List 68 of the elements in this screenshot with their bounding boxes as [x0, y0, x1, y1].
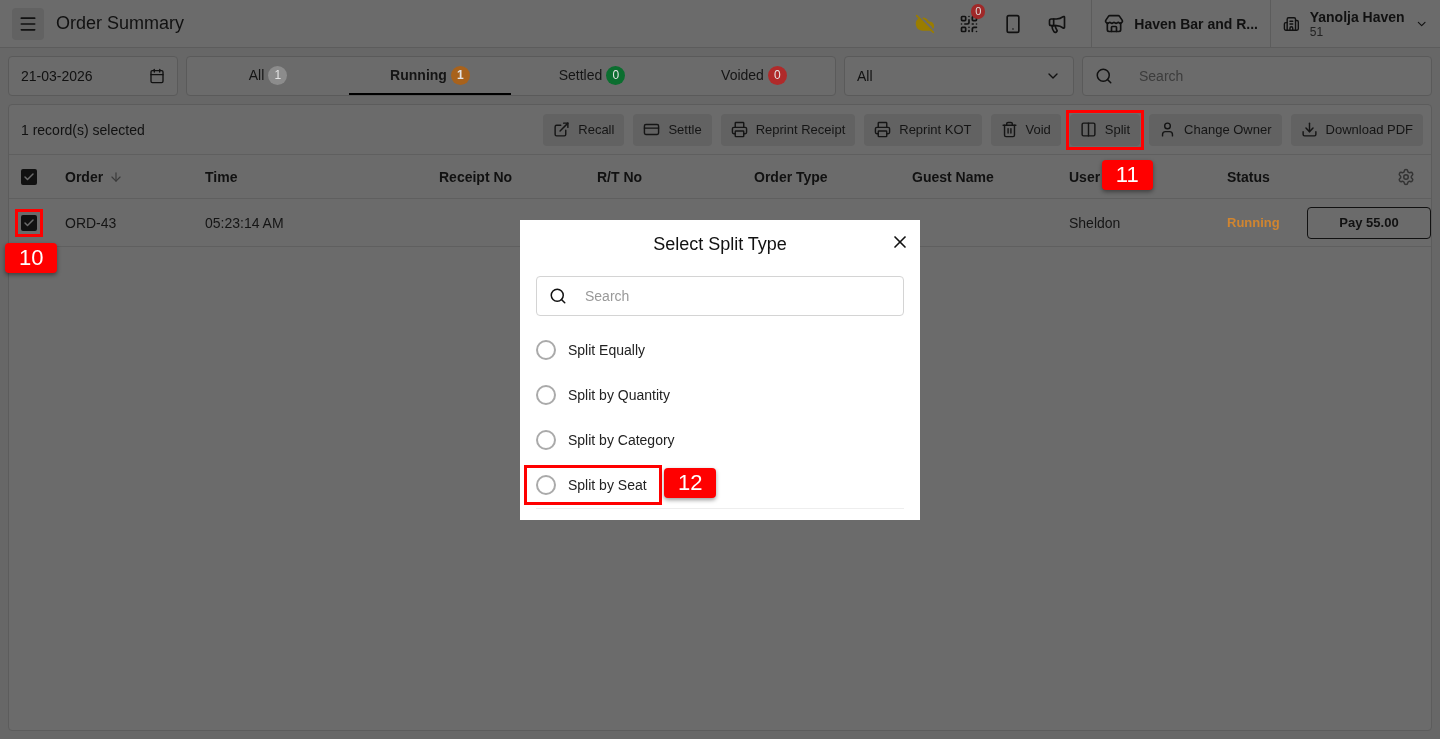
store-icon	[1104, 13, 1125, 34]
card-icon	[643, 121, 661, 138]
menu-button[interactable]	[12, 7, 44, 40]
split-option[interactable]: Split Equally	[524, 330, 661, 370]
dialog-title: Select Split Type	[653, 233, 787, 255]
check-icon	[23, 170, 35, 183]
count-badge: 0	[606, 65, 626, 85]
check-icon	[23, 216, 35, 229]
row-checkbox[interactable]	[21, 214, 37, 231]
column-header[interactable]: Order Type	[754, 168, 828, 185]
time-cell: 05:23:14 AM	[205, 214, 284, 231]
printer-icon	[730, 121, 748, 138]
megaphone-icon[interactable]	[1047, 13, 1068, 34]
count-badge: 1	[268, 65, 288, 85]
action-button[interactable]: Reprint KOT	[864, 113, 982, 146]
status-label: Running	[1227, 215, 1280, 230]
pay-button[interactable]: Pay 55.00	[1307, 206, 1431, 239]
type-select[interactable]: All	[844, 56, 1074, 96]
column-header[interactable]: Status	[1227, 168, 1270, 185]
search-icon	[1095, 67, 1113, 85]
column-header[interactable]: Order	[65, 168, 124, 185]
status-tab[interactable]: Running 1	[349, 57, 511, 95]
step-callout: 12	[664, 468, 717, 498]
status-tab[interactable]: All 1	[187, 57, 349, 95]
outlet-name[interactable]: Haven Bar and R...	[1134, 15, 1258, 32]
date-field[interactable]: 21-03-2026	[8, 56, 178, 96]
columns-icon	[1079, 121, 1097, 138]
status-tab[interactable]: Voided 0	[673, 57, 835, 95]
count-badge: 0	[767, 65, 787, 85]
radio-button[interactable]	[536, 430, 556, 450]
split-option[interactable]: Split by Seat	[524, 465, 662, 505]
search-input[interactable]: Search	[583, 287, 891, 305]
notification-badge: 0	[971, 3, 986, 19]
action-button[interactable]: Void	[990, 113, 1061, 146]
action-button[interactable]: Settle	[633, 113, 712, 146]
action-button[interactable]: Split	[1069, 113, 1141, 146]
calendar-icon	[149, 68, 165, 84]
printer-icon	[874, 121, 892, 138]
column-header[interactable]: User	[1069, 168, 1101, 185]
action-button[interactable]: Download PDF	[1290, 113, 1423, 146]
user-cell: Sheldon	[1069, 214, 1121, 231]
order-cell: ORD-43	[65, 214, 117, 231]
column-header[interactable]: Receipt No	[439, 168, 513, 185]
split-option[interactable]: Split by Quantity	[524, 375, 685, 415]
account-name[interactable]: Yanolja Haven	[1309, 8, 1405, 25]
radio-button[interactable]	[536, 340, 556, 360]
step-callout: 10	[5, 242, 58, 273]
count-badge: 1	[450, 65, 470, 85]
column-header[interactable]: Guest Name	[912, 168, 994, 185]
page-title: Order Summary	[56, 13, 186, 34]
select-all-checkbox[interactable]	[21, 168, 37, 185]
trash-icon	[1000, 121, 1018, 138]
action-button[interactable]: Recall	[543, 113, 625, 146]
settings-icon[interactable]	[1397, 167, 1415, 186]
action-button[interactable]: Reprint Receipt	[720, 113, 856, 146]
split-option[interactable]: Split by Category	[524, 420, 690, 460]
step-callout: 11	[1101, 159, 1153, 190]
status-tab[interactable]: Settled 0	[511, 57, 673, 95]
search-icon	[549, 287, 567, 305]
download-icon	[1300, 121, 1318, 138]
selection-count: 1 record(s) selected	[21, 121, 146, 138]
action-button[interactable]: Change Owner	[1149, 113, 1282, 146]
account-id: 51	[1309, 24, 1324, 39]
column-header[interactable]: R/T No	[597, 168, 643, 185]
external-link-icon	[553, 121, 571, 138]
radio-button[interactable]	[536, 475, 556, 495]
column-header[interactable]: Time	[205, 168, 238, 185]
radio-button[interactable]	[536, 385, 556, 405]
